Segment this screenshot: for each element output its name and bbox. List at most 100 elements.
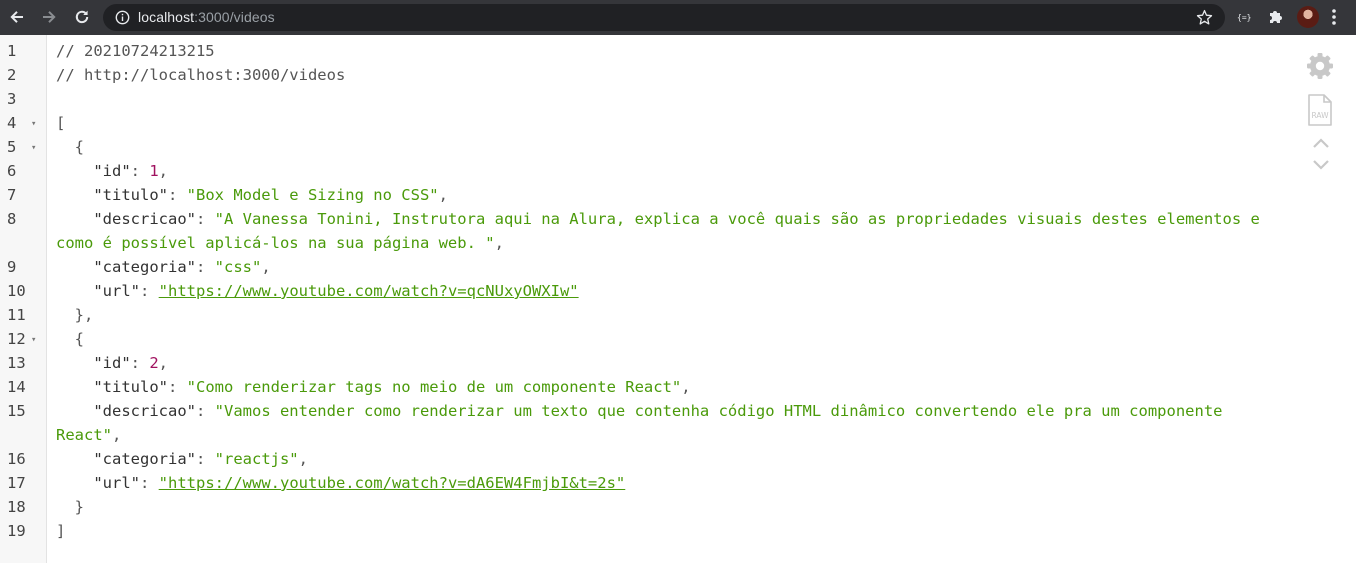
json-number: 2: [149, 354, 159, 372]
punctuation-token: ,: [681, 378, 691, 396]
json-viewer: 1 // 20210724213215 2 // http://localhost:3…: [0, 35, 1356, 563]
comment-token: // 20210724213215: [56, 42, 215, 60]
code-line: 10 "url": "https://www.youtube.com/watch…: [0, 279, 1300, 303]
url-host: localhost: [138, 9, 195, 25]
code-line: 9 "categoria": "css",: [0, 255, 1300, 279]
avatar[interactable]: [1297, 6, 1319, 28]
gear-icon[interactable]: [1305, 51, 1335, 85]
comment-token: // http://localhost:3000/videos: [56, 66, 346, 84]
punctuation-token: ,: [298, 450, 308, 468]
json-string: "Como renderizar tags no meio de um comp…: [186, 378, 682, 396]
punctuation-token: :: [167, 186, 187, 204]
line-number: 9: [7, 258, 17, 276]
line-number: 11: [7, 306, 26, 324]
address-url: localhost:3000/videos: [138, 9, 275, 25]
code-line: 15 "descricao": "Vamos entender como ren…: [0, 399, 1300, 447]
browser-toolbar: localhost:3000/videos {=}: [0, 0, 1356, 35]
code-line: 16 "categoria": "reactjs",: [0, 447, 1300, 471]
star-icon[interactable]: [1196, 9, 1213, 30]
json-string: "reactjs": [214, 450, 299, 468]
line-number: 8: [7, 210, 17, 228]
json-key: "categoria": [56, 258, 196, 276]
code-line: 1 // 20210724213215: [0, 39, 1300, 63]
punctuation-token: :: [130, 354, 150, 372]
line-content: {: [56, 327, 1288, 351]
json-key: "url": [56, 474, 140, 492]
reload-icon[interactable]: [70, 5, 94, 29]
line-content: "url": "https://www.youtube.com/watch?v=…: [56, 279, 1288, 303]
line-content: }: [56, 495, 1288, 519]
json-key: "id": [56, 354, 131, 372]
punctuation-token: }: [56, 498, 85, 516]
collapse-arrows-icon[interactable]: [1311, 137, 1331, 175]
punctuation-token: :: [195, 210, 215, 228]
line-content: "id": 1,: [56, 159, 1288, 183]
punctuation-token: ,: [158, 162, 169, 180]
line-number: 15: [7, 402, 26, 420]
line-number: 7: [7, 186, 17, 204]
code-line: 13 "id": 2,: [0, 351, 1300, 375]
line-number: 17: [7, 474, 26, 492]
line-content: [: [56, 111, 1288, 135]
line-content: "titulo": "Box Model e Sizing no CSS",: [56, 183, 1288, 207]
punctuation-token: :: [140, 474, 159, 492]
fold-toggle-icon[interactable]: ▾: [31, 328, 36, 352]
code-line: 4 ▾[: [0, 111, 1300, 135]
json-number: 1: [149, 162, 159, 180]
code-line: 14 "titulo": "Como renderizar tags no me…: [0, 375, 1300, 399]
line-content: // http://localhost:3000/videos: [56, 63, 1288, 87]
line-content: ]: [56, 519, 1288, 543]
info-icon[interactable]: [115, 10, 130, 29]
punctuation-token: :: [167, 378, 187, 396]
line-content: "descricao": "A Vanessa Tonini, Instruto…: [56, 207, 1288, 255]
json-string: "Box Model e Sizing no CSS": [186, 186, 439, 204]
json-key: "titulo": [56, 186, 168, 204]
fold-toggle-icon[interactable]: ▾: [31, 112, 36, 136]
raw-file-icon[interactable]: RAW: [1307, 93, 1333, 131]
json-url-link[interactable]: "https://www.youtube.com/watch?v=qcNUxyO…: [159, 282, 579, 300]
url-path: :3000/videos: [194, 9, 275, 25]
fold-toggle-icon[interactable]: ▾: [31, 136, 36, 160]
code-line: 7 "titulo": "Box Model e Sizing no CSS",: [0, 183, 1300, 207]
code-line: 3: [0, 87, 1300, 111]
punctuation-token: },: [56, 306, 94, 324]
json-extension-icon[interactable]: {=}: [1236, 8, 1254, 30]
raw-label: RAW: [1311, 111, 1329, 120]
line-content: "id": 2,: [56, 351, 1288, 375]
code-line: 8 "descricao": "A Vanessa Tonini, Instru…: [0, 207, 1300, 255]
arrow-right-icon[interactable]: [37, 5, 61, 29]
line-number: 16: [7, 450, 26, 468]
line-number: 6: [7, 162, 17, 180]
line-content: },: [56, 303, 1288, 327]
address-bar[interactable]: localhost:3000/videos: [103, 4, 1225, 31]
line-content: "url": "https://www.youtube.com/watch?v=…: [56, 471, 1288, 495]
punctuation-token: {: [56, 138, 85, 156]
punctuation-token: ,: [158, 354, 169, 372]
kebab-menu-icon[interactable]: [1331, 8, 1337, 30]
code-line: 18 }: [0, 495, 1300, 519]
punctuation-token: :: [140, 282, 159, 300]
json-string: "Vamos entender como renderizar um texto…: [56, 402, 1232, 444]
json-key: "url": [56, 282, 140, 300]
json-string: "css": [214, 258, 262, 276]
arrow-left-icon[interactable]: [5, 5, 29, 29]
line-content: "descricao": "Vamos entender como render…: [56, 399, 1288, 447]
json-url-link[interactable]: "https://www.youtube.com/watch?v=dA6EW4F…: [159, 474, 626, 492]
json-key: "categoria": [56, 450, 196, 468]
code-line: 6 "id": 1,: [0, 159, 1300, 183]
line-content: {: [56, 135, 1288, 159]
line-number: 13: [7, 354, 26, 372]
punctuation-token: [: [56, 114, 66, 132]
punctuation-token: ]: [56, 522, 66, 540]
puzzle-icon[interactable]: [1267, 8, 1285, 30]
json-string: "A Vanessa Tonini, Instrutora aqui na Al…: [56, 210, 1270, 252]
code-line: 12 ▾ {: [0, 327, 1300, 351]
json-code: 1 // 20210724213215 2 // http://localhost:3…: [0, 39, 1300, 543]
json-key: "descricao": [56, 210, 196, 228]
line-number: 10: [7, 282, 26, 300]
punctuation-token: :: [130, 162, 150, 180]
json-key: "descricao": [56, 402, 196, 420]
punctuation-token: ,: [112, 426, 122, 444]
line-content: "categoria": "reactjs",: [56, 447, 1288, 471]
line-number: 1: [7, 42, 17, 60]
